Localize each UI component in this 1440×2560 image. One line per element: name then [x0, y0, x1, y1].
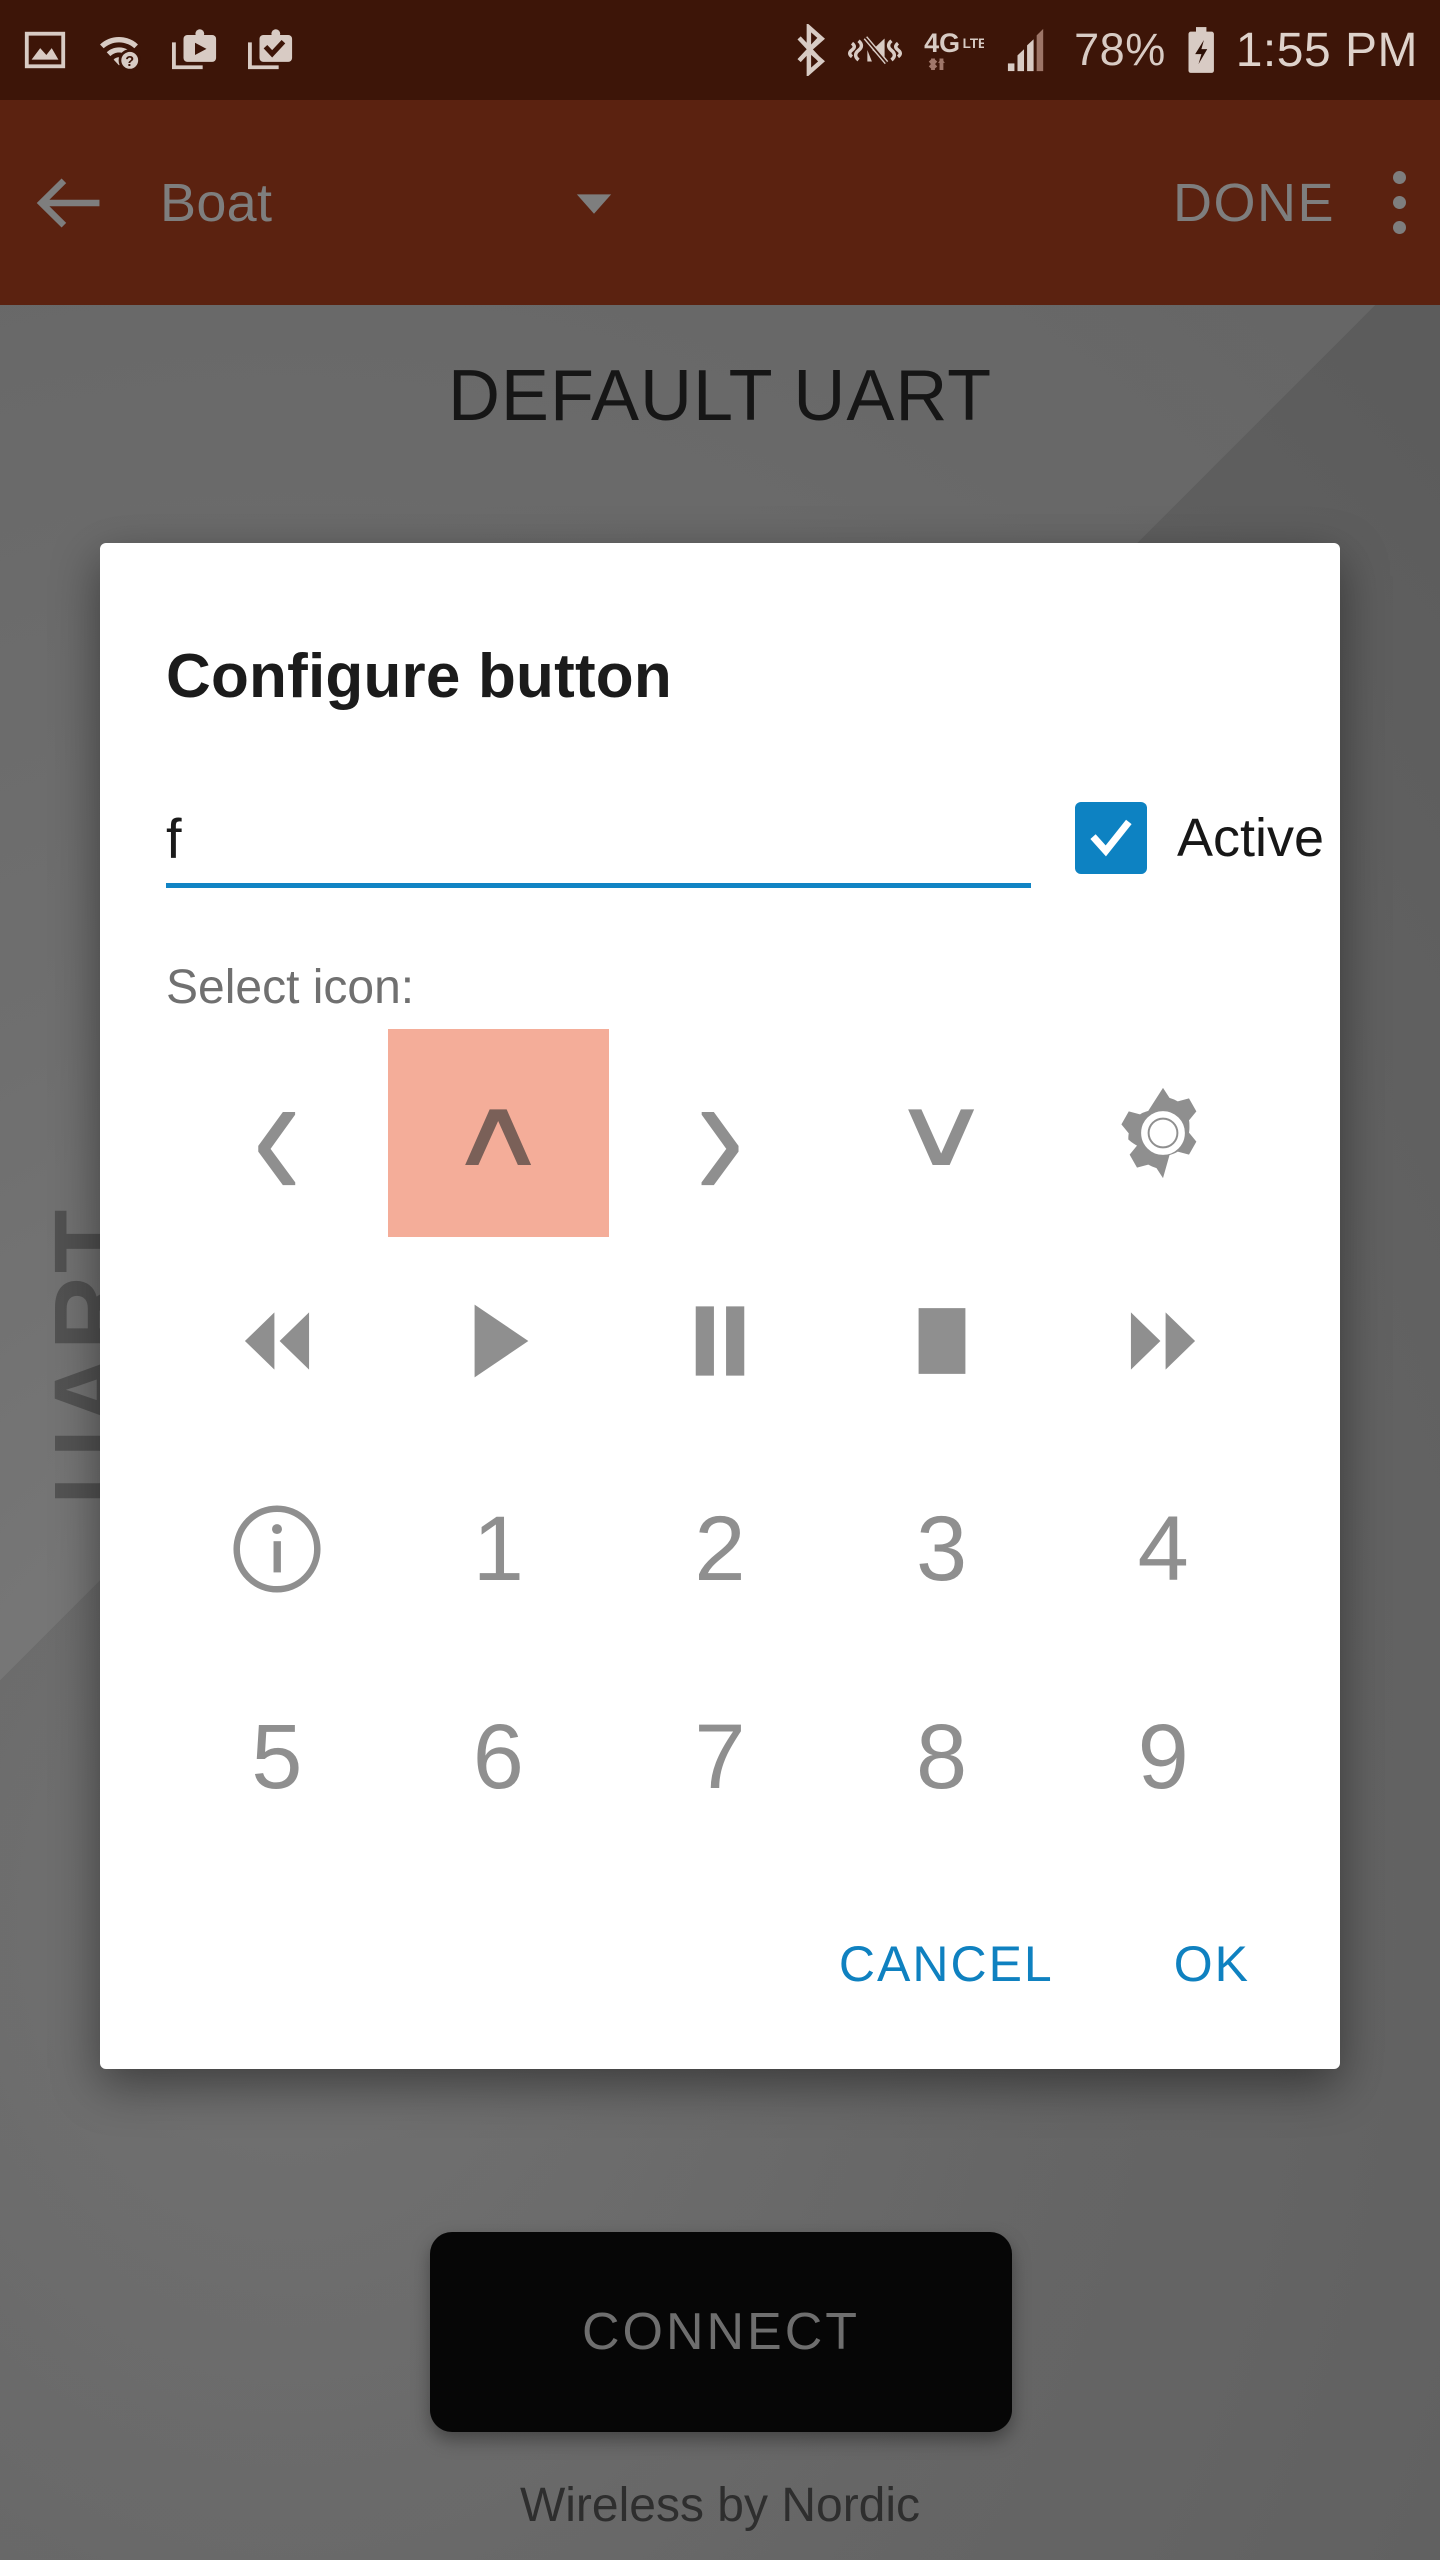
digit-3-icon: 3 — [916, 1497, 968, 1600]
clipboard-check-icon — [248, 29, 293, 70]
active-checkbox-row[interactable]: Active — [1075, 802, 1324, 888]
app-bar-title[interactable]: Boat — [160, 172, 272, 234]
kebab-menu-icon[interactable] — [1393, 171, 1406, 234]
cancel-button[interactable]: CANCEL — [839, 1935, 1054, 1993]
icon-option-chevron-down[interactable]: ∨ — [831, 1029, 1053, 1237]
battery-charging-icon — [1188, 27, 1214, 73]
digit-8-icon: 8 — [916, 1705, 968, 1808]
caret-down-icon[interactable] — [572, 188, 616, 218]
ok-button[interactable]: OK — [1174, 1935, 1250, 1993]
network-4glte-icon: 4G LTE — [924, 28, 984, 71]
check-icon — [1090, 819, 1132, 857]
icon-option-digit-2[interactable]: 2 — [609, 1445, 831, 1653]
svg-text:4G: 4G — [924, 28, 960, 58]
signal-bars-icon — [1008, 28, 1044, 72]
active-checkbox-label: Active — [1177, 808, 1325, 868]
bluetooth-icon — [797, 24, 826, 76]
icon-option-chevron-left[interactable]: ‹ — [166, 1029, 388, 1237]
active-checkbox[interactable] — [1075, 802, 1147, 874]
info-icon — [225, 1497, 329, 1601]
stop-icon — [890, 1289, 994, 1393]
icon-option-digit-6[interactable]: 6 — [388, 1653, 610, 1861]
icon-option-pause[interactable] — [609, 1237, 831, 1445]
digit-7-icon: 7 — [694, 1705, 746, 1808]
play-icon — [446, 1289, 550, 1393]
icon-option-digit-3[interactable]: 3 — [831, 1445, 1053, 1653]
icon-picker-grid: ‹ ∧ › ∨ 1 2 3 4 5 6 7 8 9 — [166, 1029, 1274, 1861]
icon-option-digit-4[interactable]: 4 — [1052, 1445, 1274, 1653]
battery-percent-label: 78% — [1074, 24, 1166, 75]
icon-option-rewind[interactable] — [166, 1237, 388, 1445]
status-bar-left-icons: ? — [22, 27, 296, 73]
icon-option-digit-8[interactable]: 8 — [831, 1653, 1053, 1861]
icon-option-digit-1[interactable]: 1 — [388, 1445, 610, 1653]
chevron-up-icon: ∧ — [447, 1079, 550, 1186]
digit-4-icon: 4 — [1137, 1497, 1189, 1600]
pause-icon — [668, 1289, 772, 1393]
chevron-left-icon: ‹ — [251, 1028, 302, 1238]
icon-option-chevron-up[interactable]: ∧ — [387, 1029, 610, 1237]
arrow-left-icon[interactable] — [34, 166, 108, 240]
icon-option-stop[interactable] — [831, 1237, 1053, 1445]
vibrate-off-icon — [848, 36, 903, 65]
svg-text:LTE: LTE — [963, 36, 984, 51]
rewind-icon — [225, 1289, 329, 1393]
icon-option-info[interactable] — [166, 1445, 388, 1653]
digit-2-icon: 2 — [694, 1497, 746, 1600]
configure-button-dialog: Configure button f Active Select icon: ‹… — [100, 543, 1340, 2069]
icon-option-digit-9[interactable]: 9 — [1052, 1653, 1274, 1861]
name-field-row: f Active — [166, 802, 1324, 888]
chevron-down-icon: ∨ — [890, 1079, 993, 1186]
chevron-right-icon: › — [695, 1028, 745, 1238]
dialog-actions: CANCEL OK — [166, 1861, 1274, 2069]
digit-1-icon: 1 — [472, 1497, 524, 1600]
status-bar-clock: 1:55 PM — [1235, 23, 1418, 77]
digit-5-icon: 5 — [251, 1705, 303, 1808]
status-bar: ? 4G LT 78% 1:55 PM — [0, 0, 1440, 100]
svg-text:?: ? — [125, 54, 134, 70]
gear-icon — [1111, 1081, 1215, 1185]
wifi-question-icon: ? — [100, 36, 141, 72]
button-name-value: f — [166, 807, 182, 871]
icon-option-fast-forward[interactable] — [1052, 1237, 1274, 1445]
done-button[interactable]: DONE — [1173, 172, 1335, 234]
digit-9-icon: 9 — [1137, 1705, 1189, 1808]
clipboard-play-icon — [172, 29, 217, 70]
image-icon — [24, 31, 66, 69]
dialog-title: Configure button — [166, 642, 672, 711]
fast-forward-icon — [1111, 1289, 1215, 1393]
icon-option-gear[interactable] — [1052, 1029, 1274, 1237]
status-bar-right-icons: 4G LTE 78% 1:55 PM — [794, 23, 1418, 78]
button-name-input[interactable]: f — [166, 807, 1031, 888]
icon-option-chevron-right[interactable]: › — [609, 1029, 831, 1237]
icon-option-play[interactable] — [388, 1237, 610, 1445]
icon-option-digit-5[interactable]: 5 — [166, 1653, 388, 1861]
digit-6-icon: 6 — [472, 1705, 524, 1808]
select-icon-label: Select icon: — [166, 961, 415, 1014]
app-bar: Boat DONE — [0, 100, 1440, 305]
icon-option-digit-7[interactable]: 7 — [609, 1653, 831, 1861]
